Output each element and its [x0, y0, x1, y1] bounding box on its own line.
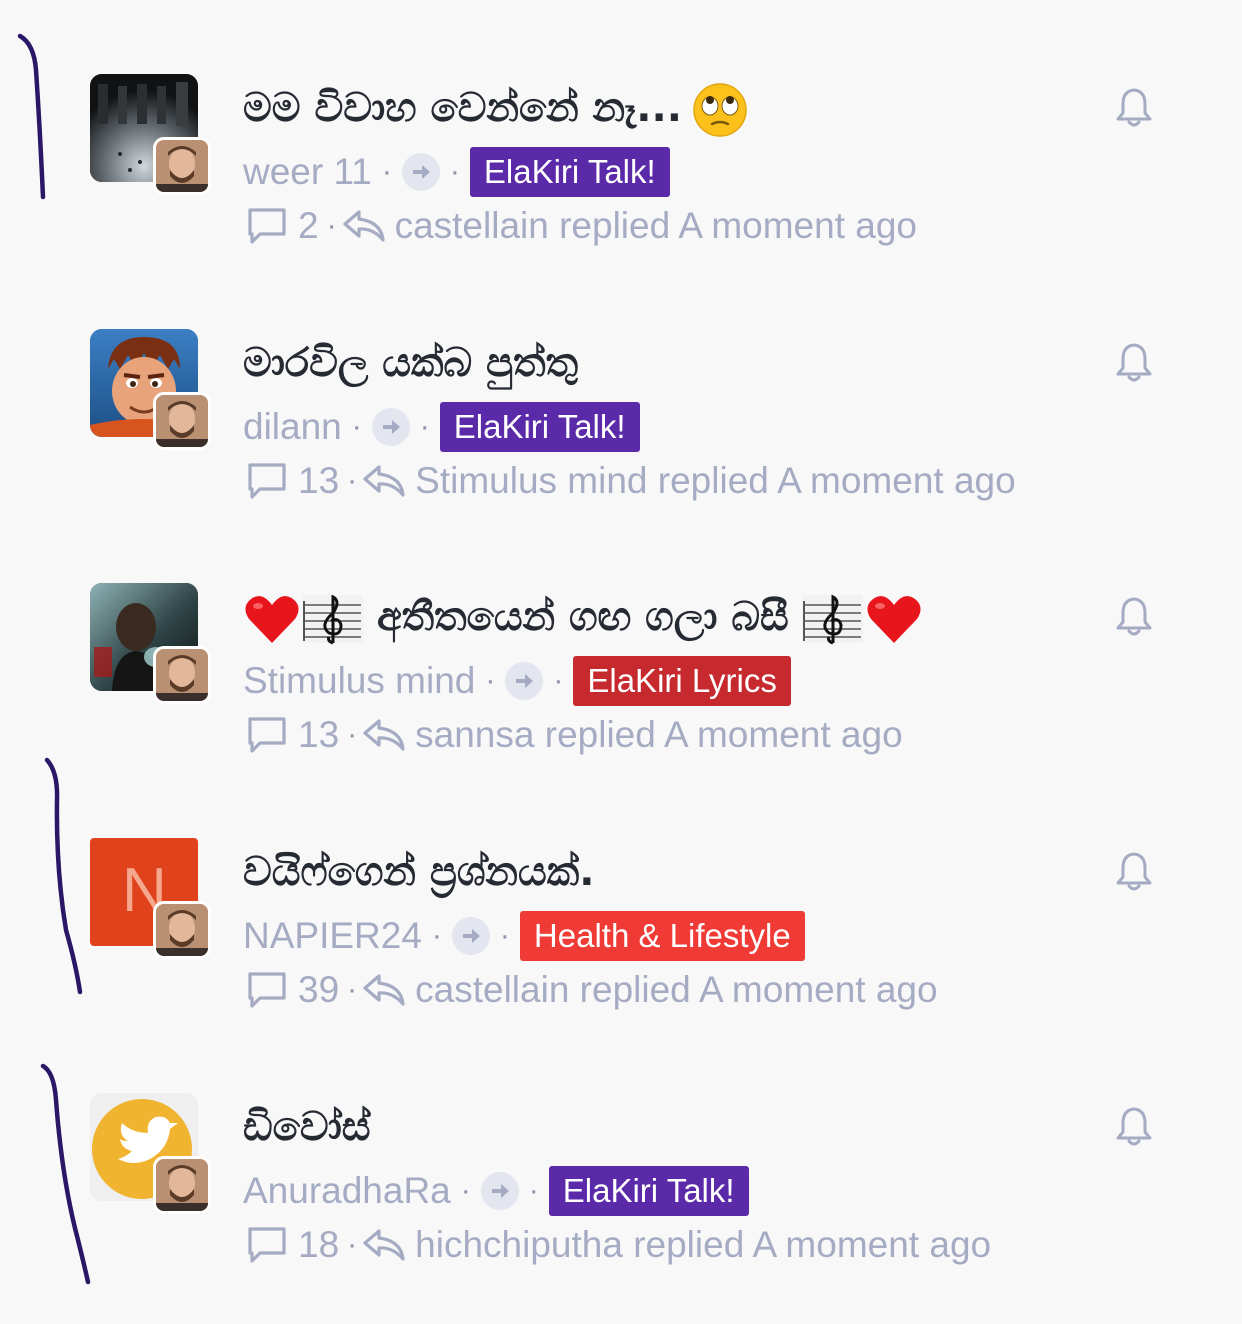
topic-stats: 13 · Stimulus mind replied A moment ago: [246, 458, 1016, 504]
user-avatar[interactable]: [153, 137, 211, 195]
arrow-right-icon[interactable]: [451, 917, 490, 955]
category-badge[interactable]: ElaKiri Lyrics: [573, 656, 791, 706]
user-avatar[interactable]: [153, 646, 211, 704]
topic-meta: NAPIER24 · · Health & Lifestyle: [243, 911, 805, 961]
topic-meta: dilann · · ElaKiri Talk!: [243, 402, 640, 452]
topic-title-text: මම විවාහ වෙන්නේ නෑ...: [243, 85, 682, 131]
author-name[interactable]: AnuradhaRa: [243, 1170, 451, 1212]
reply-count: 18: [298, 1224, 340, 1265]
reply-count: 39: [298, 969, 340, 1010]
treble-clef-icon: [802, 594, 863, 645]
category-badge[interactable]: ElaKiri Talk!: [439, 402, 640, 452]
topic-title-text: වයිෆ්ගෙන් ප්‍රශ්නයක්.: [243, 849, 595, 895]
comment-icon: [248, 717, 286, 753]
category-badge[interactable]: ElaKiri Talk!: [469, 147, 670, 197]
reply-arrow-icon: [363, 1229, 405, 1261]
author-name[interactable]: weer 11: [243, 151, 372, 193]
separator-dot: ·: [351, 410, 362, 443]
last-reply-text[interactable]: hichchiputha replied A moment ago: [415, 1224, 991, 1266]
comment-icon: [248, 1227, 286, 1263]
topic-title[interactable]: අතීතයෙන් ගඟ ගලා බසී: [243, 589, 923, 647]
comment-icon: [248, 208, 286, 244]
treble-clef-icon: [303, 594, 363, 645]
bell-icon[interactable]: [1114, 595, 1154, 637]
user-avatar[interactable]: [153, 392, 211, 450]
separator-dot: ·: [419, 410, 430, 443]
topic-stats: 13 · sannsa replied A moment ago: [246, 712, 903, 758]
arrow-right-icon[interactable]: [401, 153, 440, 191]
topic-meta: Stimulus mind · · ElaKiri Lyrics: [243, 656, 791, 706]
last-reply-text[interactable]: Stimulus mind replied A moment ago: [415, 460, 1016, 502]
reply-arrow-icon: [342, 210, 385, 242]
user-avatar[interactable]: [153, 901, 211, 959]
topic-item[interactable]: N වයිෆ්ගෙන් ප්‍රශ්නයක්. NAPIER24 · · Hea…: [0, 764, 1242, 1019]
topic-item[interactable]: අතීතයෙන් ගඟ ගලා බසී Stimulus mind · · El…: [0, 509, 1242, 764]
separator-dot: ·: [499, 919, 510, 952]
arrow-right-icon[interactable]: [505, 662, 544, 700]
separator-dot: ·: [347, 718, 358, 751]
topic-title-text: මාරවිල යක්බ පුත්තු: [243, 340, 579, 386]
separator-dot: ·: [347, 464, 358, 497]
topic-item[interactable]: මම විවාහ වෙන්නේ නෑ... weer 11 · · ElaKir…: [0, 0, 1242, 255]
topic-title[interactable]: මම විවාහ වෙන්නේ නෑ...: [243, 80, 748, 138]
reply-count: 2: [298, 205, 319, 246]
topic-title[interactable]: වයිෆ්ගෙන් ප්‍රශ්නයක්.: [243, 844, 594, 900]
last-reply-text[interactable]: sannsa replied A moment ago: [415, 714, 903, 756]
author-name[interactable]: Stimulus mind: [243, 660, 475, 702]
reply-arrow-icon: [363, 974, 405, 1006]
bell-icon[interactable]: [1114, 86, 1154, 128]
category-badge[interactable]: ElaKiri Talk!: [548, 1166, 749, 1216]
topic-title[interactable]: මාරවිල යක්බ පුත්තු: [243, 335, 578, 391]
separator-dot: ·: [381, 155, 392, 188]
separator-dot: ·: [460, 1174, 471, 1207]
bell-icon[interactable]: [1114, 341, 1154, 383]
separator-dot: ·: [347, 973, 358, 1006]
category-badge[interactable]: Health & Lifestyle: [519, 911, 805, 961]
last-reply-text[interactable]: castellain replied A moment ago: [395, 205, 917, 247]
topic-item[interactable]: ඩිවෝස් AnuradhaRa · · ElaKiri Talk! 18 ·…: [0, 1019, 1242, 1274]
topic-title-text: ඩිවෝස්: [243, 1104, 371, 1150]
bell-icon[interactable]: [1114, 1105, 1154, 1147]
heart-icon: [867, 596, 921, 643]
heart-icon: [245, 596, 299, 643]
arrow-right-icon[interactable]: [480, 1172, 519, 1210]
comment-icon: [248, 463, 286, 499]
separator-dot: ·: [326, 209, 337, 242]
reply-arrow-icon: [363, 719, 405, 751]
separator-dot: ·: [347, 1228, 358, 1261]
bell-icon[interactable]: [1114, 850, 1154, 892]
topic-item[interactable]: මාරවිල යක්බ පුත්තු dilann · · ElaKiri Ta…: [0, 255, 1242, 510]
topic-meta: weer 11 · · ElaKiri Talk!: [243, 147, 670, 197]
author-name[interactable]: NAPIER24: [243, 915, 422, 957]
separator-dot: ·: [485, 664, 496, 697]
reply-count: 13: [298, 714, 340, 755]
reply-count: 13: [298, 460, 340, 501]
topic-stats: 2 · castellain replied A moment ago: [246, 203, 917, 249]
separator-dot: ·: [528, 1174, 539, 1207]
separator-dot: ·: [553, 664, 564, 697]
author-name[interactable]: dilann: [243, 406, 342, 448]
separator-dot: ·: [449, 155, 460, 188]
topic-stats: 18 · hichchiputha replied A moment ago: [246, 1222, 991, 1268]
arrow-right-icon[interactable]: [371, 408, 410, 446]
user-avatar[interactable]: [153, 1156, 211, 1214]
topic-title-text: අතීතයෙන් ගඟ ගලා බසී: [377, 594, 789, 640]
reply-arrow-icon: [363, 465, 405, 497]
separator-dot: ·: [431, 919, 442, 952]
topic-title[interactable]: ඩිවෝස්: [243, 1099, 371, 1155]
topic-stats: 39 · castellain replied A moment ago: [246, 967, 938, 1013]
topic-meta: AnuradhaRa · · ElaKiri Talk!: [243, 1166, 749, 1216]
face-with-rolling-eyes-icon: [693, 83, 747, 137]
last-reply-text[interactable]: castellain replied A moment ago: [415, 969, 937, 1011]
comment-icon: [248, 972, 286, 1008]
